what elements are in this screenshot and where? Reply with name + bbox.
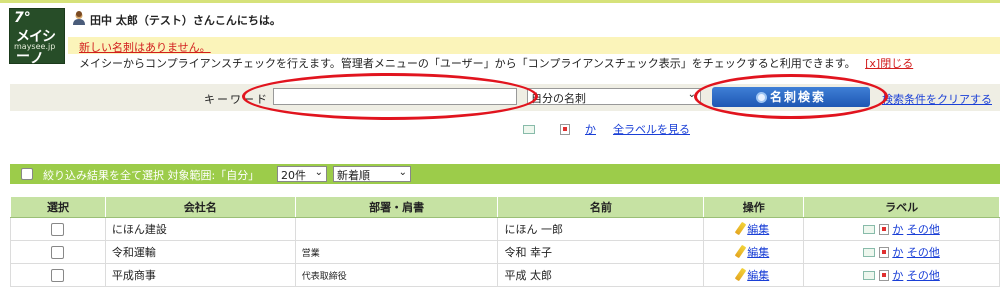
company-cell: にほん建設 — [104, 217, 296, 241]
page-size-select[interactable]: 20件 ⌄ — [277, 166, 327, 182]
greeting-text: 田中 太郎（テスト）さんこんにちは。 — [90, 14, 281, 27]
flag-label-icon[interactable] — [878, 270, 889, 281]
company-cell: 令和運輸 — [104, 240, 296, 264]
dept-cell: 営業 — [294, 240, 499, 264]
search-scope-value: 自分の名刺 — [531, 92, 586, 105]
compliance-message: メイシーからコンプライアンスチェックを行えます。管理者メニューの「ユーザー」から… — [79, 55, 913, 71]
dept-cell — [294, 217, 499, 241]
column-header-company[interactable]: 会社名 — [104, 196, 296, 218]
table-row: 平成商事 代表取締役 平成 太郎 編集 か その他 — [10, 263, 1000, 287]
column-header-name[interactable]: 名前 — [497, 196, 705, 218]
other-label-link[interactable]: その他 — [907, 246, 940, 259]
name-cell: 平成 太郎 — [497, 263, 705, 287]
table-row: 令和運輸 営業 令和 幸子 編集 か その他 — [10, 240, 1000, 264]
table-header-row: 選択 会社名 部署・肩書 名前 操作 ラベル — [10, 196, 1000, 218]
sort-order-select[interactable]: 新着順 ⌄ — [333, 166, 411, 182]
name-cell: 令和 幸子 — [497, 240, 705, 264]
edit-link[interactable]: 編集 — [747, 269, 769, 282]
clear-search-link[interactable]: 検索条件をクリアする — [882, 91, 992, 107]
chevron-down-icon: ⌄ — [314, 167, 323, 178]
chevron-down-icon: ⌄ — [398, 167, 407, 178]
edit-link[interactable]: 編集 — [747, 223, 769, 236]
close-compliance-link[interactable]: [x]閉じる — [865, 57, 913, 70]
compliance-text: メイシーからコンプライアンスチェックを行えます。管理者メニューの「ユーザー」から… — [79, 57, 856, 70]
mail-label-icon[interactable] — [863, 271, 876, 280]
annotation-oval-keyword — [242, 73, 538, 120]
pencil-icon — [734, 267, 747, 282]
pencil-icon — [734, 221, 747, 236]
page-size-value: 20件 — [281, 169, 306, 182]
flag-label-icon[interactable] — [878, 224, 889, 235]
other-label-link[interactable]: その他 — [907, 223, 940, 236]
row-select-checkbox[interactable] — [51, 245, 65, 259]
kana-label-link[interactable]: か — [892, 246, 903, 259]
column-header-action: 操作 — [703, 196, 805, 218]
mail-label-icon[interactable] — [523, 125, 535, 134]
table-row: にほん建設 にほん 一郎 編集 か その他 — [10, 217, 1000, 241]
column-header-select: 選択 — [10, 196, 106, 218]
select-all-checkbox[interactable] — [21, 168, 33, 180]
top-accent-line — [0, 0, 1000, 3]
company-cell: 平成商事 — [104, 263, 296, 287]
column-header-dept[interactable]: 部署・肩書 — [294, 196, 499, 218]
label-filter-row: か 全ラベルを見る — [523, 121, 690, 137]
flag-label-icon[interactable] — [560, 124, 570, 135]
search-scope-select[interactable]: 自分の名刺 ⌄ — [527, 88, 701, 105]
kana-label-link[interactable]: か — [892, 269, 903, 282]
row-select-checkbox[interactable] — [51, 222, 65, 236]
row-select-checkbox[interactable] — [51, 268, 65, 282]
dept-cell: 代表取締役 — [294, 263, 499, 287]
mail-label-icon[interactable] — [863, 225, 876, 234]
kana-label-link[interactable]: か — [892, 223, 903, 236]
pencil-icon — [734, 244, 747, 259]
maysee-logo[interactable]: 7° メイシー maysee.jp ノ — [9, 8, 65, 67]
flag-label-icon[interactable] — [878, 247, 889, 258]
business-card-table: 選択 会社名 部署・肩書 名前 操作 ラベル にほん建設 にほん 一郎 編集 か… — [10, 196, 1000, 287]
name-cell: にほん 一郎 — [497, 217, 705, 241]
user-avatar-icon — [73, 11, 85, 25]
column-header-label: ラベル — [803, 196, 1000, 218]
all-labels-link[interactable]: 全ラベルを見る — [613, 123, 690, 136]
kana-label-link[interactable]: か — [585, 123, 596, 136]
select-all-label: 絞り込み結果を全て選択 対象範囲:「自分」 — [43, 169, 260, 182]
mail-label-icon[interactable] — [863, 248, 876, 257]
sort-order-value: 新着順 — [337, 169, 370, 182]
other-label-link[interactable]: その他 — [907, 269, 940, 282]
edit-link[interactable]: 編集 — [747, 246, 769, 259]
new-cards-notice-link[interactable]: 新しい名刺はありません。 — [79, 39, 211, 55]
annotation-oval-search-button — [694, 74, 888, 119]
